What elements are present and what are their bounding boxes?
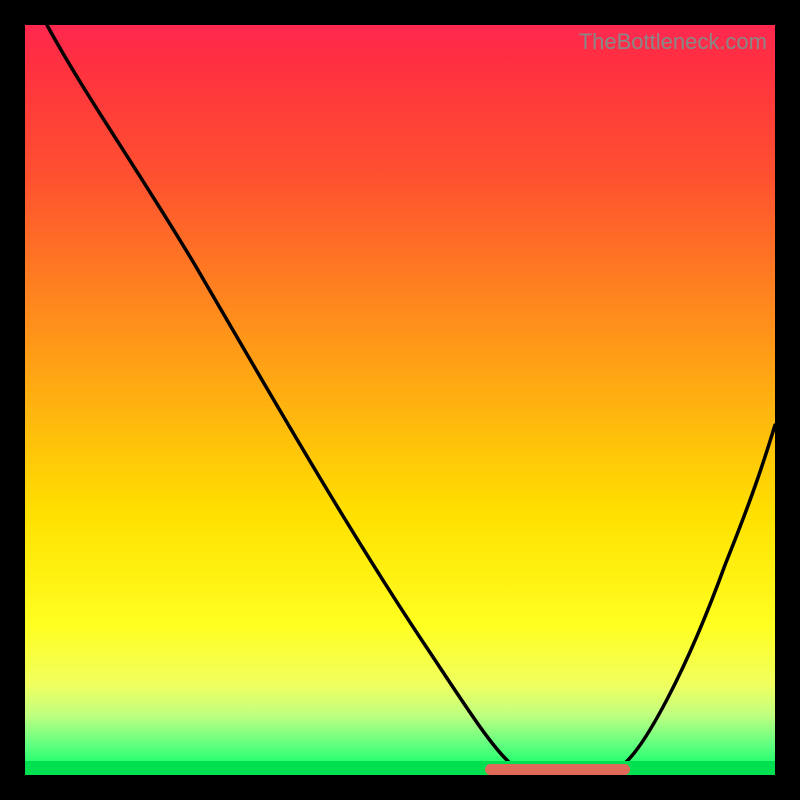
chart-container: TheBottleneck.com xyxy=(0,0,800,800)
plot-area: TheBottleneck.com xyxy=(25,25,775,775)
green-band-left xyxy=(25,761,775,775)
bottleneck-curve xyxy=(47,25,775,770)
curve-layer xyxy=(25,25,775,775)
optimal-zone-marker xyxy=(485,764,630,775)
bottom-band xyxy=(25,761,775,775)
watermark-text: TheBottleneck.com xyxy=(579,29,767,55)
